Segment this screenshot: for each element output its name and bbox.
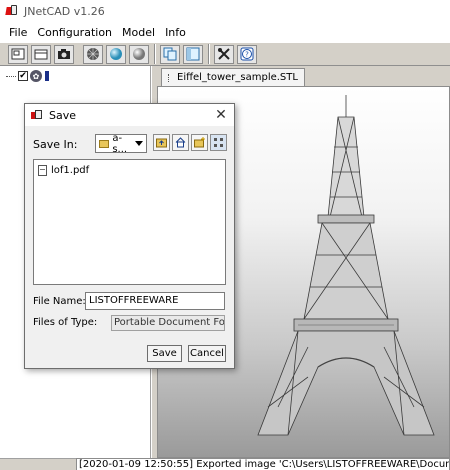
dialog-title: Save <box>49 108 77 122</box>
new-folder-button[interactable] <box>191 134 208 151</box>
tab-label: Eiffel_tower_sample.STL <box>177 72 298 83</box>
save-in-dropdown[interactable]: a-s... <box>95 132 147 155</box>
file-type-label: Files of Type: <box>33 317 98 328</box>
save-in-label: Save In: <box>33 138 78 151</box>
up-folder-icon <box>156 138 167 148</box>
chevron-down-icon <box>135 141 143 146</box>
svg-text:?: ? <box>245 51 249 59</box>
shaded-view-button[interactable] <box>106 44 126 64</box>
camera-icon <box>58 49 70 59</box>
new-folder-icon <box>194 137 205 148</box>
copy-icon <box>163 47 177 61</box>
wireframe-view-button[interactable] <box>83 44 103 64</box>
jnetcad-app-icon <box>5 5 18 17</box>
title-bar: JNetCAD v1.26 <box>0 0 450 22</box>
home-button[interactable] <box>172 134 189 151</box>
tools-button[interactable] <box>214 44 234 64</box>
list-view-button[interactable] <box>210 134 227 151</box>
file-name-field[interactable]: LISTOFFREEWARE <box>85 292 225 310</box>
menu-bar: File Configuration Model Info <box>0 22 450 42</box>
toolbar: ? <box>0 42 450 66</box>
window-title: JNetCAD v1.26 <box>24 4 105 18</box>
open-file-button[interactable] <box>31 44 51 64</box>
new-file-icon <box>11 48 25 60</box>
model-node-icon: ✿ <box>30 70 42 82</box>
shaded-sphere-icon <box>110 48 122 60</box>
open-folder-icon <box>34 49 48 60</box>
status-message: [2020-01-09 12:50:55] Exported image 'C:… <box>76 458 450 470</box>
tree-selection-marker <box>45 71 49 81</box>
help-button[interactable]: ? <box>237 44 257 64</box>
dialog-title-bar: Save ✕ <box>25 104 234 126</box>
tab-eiffel-tower[interactable]: Eiffel_tower_sample.STL <box>161 68 305 86</box>
help-icon: ? <box>240 47 254 61</box>
smooth-sphere-icon <box>133 48 145 60</box>
wireframe-sphere-icon <box>87 48 99 60</box>
up-one-level-button[interactable] <box>153 134 170 151</box>
file-name-label: File Name: <box>33 296 86 307</box>
list-view-icon <box>214 138 223 147</box>
tools-icon <box>218 48 230 60</box>
close-icon[interactable]: ✕ <box>212 106 230 124</box>
window-button[interactable] <box>183 44 203 64</box>
folder-icon <box>99 139 110 148</box>
status-bar: [2020-01-09 12:50:55] Exported image 'C:… <box>0 458 450 470</box>
screenshot-button[interactable] <box>54 44 74 64</box>
menu-info[interactable]: Info <box>160 26 191 39</box>
file-icon <box>38 165 47 176</box>
list-item[interactable]: lof1.pdf <box>38 165 89 176</box>
menu-configuration[interactable]: Configuration <box>32 26 117 39</box>
window-icon <box>186 47 200 61</box>
tree-checkbox[interactable]: ✔ <box>18 71 28 81</box>
tree-root-row[interactable]: ✔ ✿ <box>6 70 49 82</box>
menu-file[interactable]: File <box>4 26 32 39</box>
tree-connector <box>6 75 16 77</box>
file-type-select[interactable]: Portable Document Format (.pdf) <box>111 315 225 331</box>
save-in-value: a-s... <box>112 132 128 155</box>
tab-marker-icon <box>168 73 174 82</box>
save-button[interactable]: Save <box>147 345 182 362</box>
smooth-view-button[interactable] <box>129 44 149 64</box>
new-file-button[interactable] <box>8 44 28 64</box>
dialog-app-icon <box>31 109 43 121</box>
document-tabs: Eiffel_tower_sample.STL <box>157 66 450 86</box>
file-list[interactable]: lof1.pdf <box>33 159 226 285</box>
copy-button[interactable] <box>160 44 180 64</box>
menu-model[interactable]: Model <box>117 26 160 39</box>
file-name-lof1: lof1.pdf <box>51 165 90 176</box>
save-dialog: Save ✕ Save In: a-s... lof1.pdf File Nam… <box>24 103 235 369</box>
cancel-button[interactable]: Cancel <box>188 345 226 362</box>
home-icon <box>175 137 186 148</box>
